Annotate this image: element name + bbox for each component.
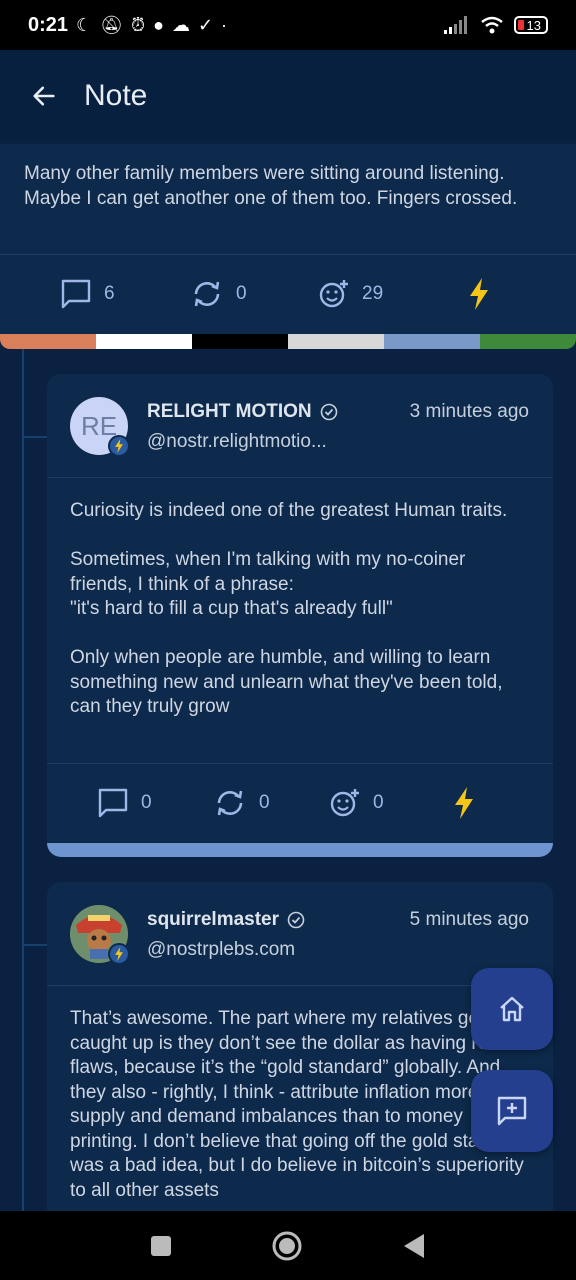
battery-icon: 13 bbox=[513, 16, 548, 34]
author-name[interactable]: RELIGHT MOTION bbox=[147, 401, 338, 423]
status-time: 0:21 bbox=[28, 13, 69, 36]
reply-body: That’s awesome. The part where my relati… bbox=[70, 1008, 527, 1201]
stripe-segment bbox=[384, 334, 480, 349]
stripe-segment bbox=[0, 334, 96, 349]
repost-count: 0 bbox=[259, 792, 270, 813]
parent-note[interactable]: Many other family members were sitting a… bbox=[0, 144, 576, 334]
react-button[interactable]: 0 bbox=[329, 787, 453, 819]
lightning-icon bbox=[455, 787, 473, 819]
zap-button[interactable] bbox=[453, 787, 475, 819]
reply-body: Curiosity is indeed one of the greatest … bbox=[70, 500, 508, 717]
recents-icon[interactable] bbox=[150, 1235, 172, 1257]
avatar[interactable] bbox=[70, 905, 130, 965]
check-icon: ✓ bbox=[197, 14, 214, 35]
compose-icon bbox=[497, 1096, 527, 1126]
parent-note-actions: 6 0 29 bbox=[60, 278, 500, 310]
signal-icon bbox=[443, 16, 467, 34]
compose-button[interactable] bbox=[471, 1070, 553, 1152]
reply-count: 0 bbox=[141, 792, 152, 813]
repost-icon bbox=[217, 790, 243, 816]
thread-connector bbox=[22, 944, 48, 946]
reaction-count: 29 bbox=[362, 283, 384, 304]
reply-actions: 0 0 0 bbox=[97, 787, 527, 819]
stripe-segment bbox=[480, 334, 576, 349]
home-nav-icon[interactable] bbox=[271, 1230, 303, 1262]
reply-button[interactable]: 6 bbox=[60, 278, 190, 310]
author-name-text: RELIGHT MOTION bbox=[147, 401, 312, 422]
author-handle: @nostr.relightmotio... bbox=[147, 431, 327, 452]
reply-count: 6 bbox=[104, 283, 115, 304]
parent-note-text: Many other family members were sitting a… bbox=[24, 163, 518, 209]
stripe-segment bbox=[96, 334, 192, 349]
verified-icon bbox=[320, 403, 337, 421]
reply-button[interactable]: 0 bbox=[97, 787, 213, 819]
zap-button[interactable] bbox=[468, 278, 490, 310]
mute-icon: 🔕︎ bbox=[100, 14, 124, 35]
reply-icon bbox=[61, 279, 91, 309]
repost-icon bbox=[194, 281, 220, 307]
home-button[interactable] bbox=[471, 968, 553, 1050]
thread-line bbox=[22, 349, 24, 1211]
battery-level: 13 bbox=[526, 17, 541, 33]
chat-icon: ● bbox=[153, 14, 164, 35]
status-bar: 0:21 ☾ 🔕︎ ⏰︎ ● ☁ ✓ · 13 bbox=[0, 0, 576, 50]
repost-button[interactable]: 0 bbox=[213, 787, 329, 819]
reaction-count: 0 bbox=[373, 792, 384, 813]
lightning-badge-icon bbox=[108, 435, 130, 457]
lightning-icon bbox=[470, 278, 488, 310]
divider bbox=[47, 763, 553, 764]
app-bar: Note bbox=[0, 50, 576, 142]
react-button[interactable]: 29 bbox=[318, 278, 468, 310]
page-title: Note bbox=[84, 79, 148, 112]
add-reaction-icon bbox=[319, 280, 348, 308]
color-stripe bbox=[0, 334, 576, 349]
author-name-text: squirrelmaster bbox=[147, 909, 280, 930]
reply-card[interactable]: squirrelmaster @nostrplebs.com 5 minutes… bbox=[47, 882, 553, 1211]
author-name[interactable]: squirrelmaster bbox=[147, 909, 305, 931]
repost-count: 0 bbox=[236, 283, 247, 304]
reply-icon bbox=[98, 788, 128, 818]
divider bbox=[0, 254, 576, 255]
stripe-segment bbox=[288, 334, 384, 349]
add-reaction-icon bbox=[330, 789, 359, 817]
dot-icon: · bbox=[221, 14, 228, 35]
status-icons: ☾ 🔕︎ ⏰︎ ● ☁ ✓ · bbox=[76, 15, 227, 36]
timestamp: 3 minutes ago bbox=[409, 401, 529, 422]
divider bbox=[47, 477, 553, 478]
card-accent-bar bbox=[47, 843, 553, 857]
thread-connector bbox=[22, 436, 48, 438]
home-icon bbox=[500, 996, 524, 1022]
arrow-left-icon[interactable] bbox=[30, 82, 58, 110]
verified-icon bbox=[287, 911, 305, 929]
author-handle: @nostrplebs.com bbox=[147, 939, 296, 960]
cloud-icon: ☁ bbox=[171, 14, 190, 35]
timestamp: 5 minutes ago bbox=[409, 909, 529, 930]
stripe-segment bbox=[192, 334, 288, 349]
alarm-icon: ⏰︎ bbox=[131, 14, 146, 35]
moon-icon: ☾ bbox=[76, 14, 93, 35]
reply-card[interactable]: RE RELIGHT MOTION @nostr.relightmotio...… bbox=[47, 374, 553, 857]
wifi-icon bbox=[480, 16, 503, 34]
back-nav-icon[interactable] bbox=[402, 1233, 426, 1259]
system-nav-bar bbox=[0, 1211, 576, 1280]
repost-button[interactable]: 0 bbox=[190, 278, 318, 310]
avatar[interactable]: RE bbox=[70, 397, 130, 457]
lightning-badge-icon bbox=[108, 943, 130, 965]
